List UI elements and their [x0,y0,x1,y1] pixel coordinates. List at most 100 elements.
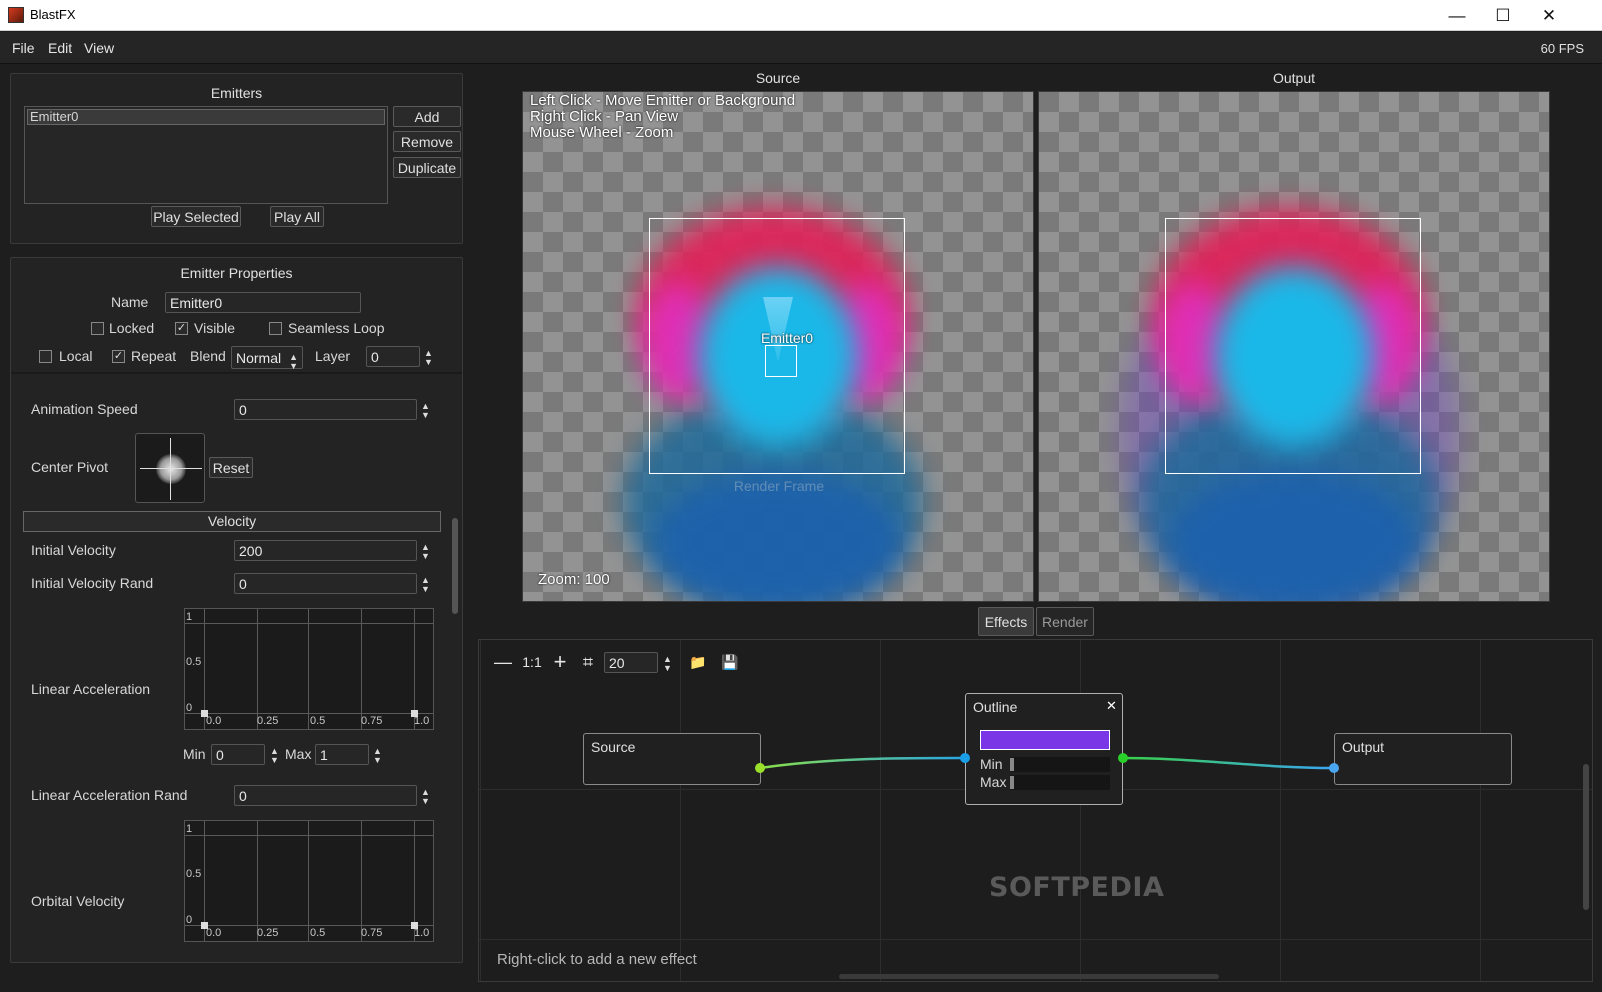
graph-vertical-scrollbar[interactable] [1583,764,1589,910]
node-connections [759,756,1335,770]
seamless-loop-label: Seamless Loop [288,320,385,336]
orbital-velocity-graph[interactable]: 1 0.5 0 0.0 0.25 0.5 0.75 1.0 [184,820,434,942]
layer-spinner-icon[interactable]: ▲ ▼ [424,349,433,367]
graph-x-tick: 0.25 [257,715,279,727]
graph-handle[interactable] [201,710,208,717]
graph-y-tick: 0 [186,914,193,926]
outline-max-slider[interactable] [1010,775,1110,790]
outline-min-label: Min [980,756,1003,772]
close-button[interactable]: ✕ [1526,0,1572,31]
center-pivot-label: Center Pivot [31,459,109,475]
graph-handle[interactable] [201,922,208,929]
source-node[interactable]: Source [583,733,761,785]
min-input[interactable]: 0 [211,744,265,765]
menu-view[interactable]: View [84,40,114,56]
menu-edit[interactable]: Edit [48,40,72,56]
initial-velocity-rand-input[interactable]: 0 [234,573,417,594]
minimize-button[interactable]: — [1434,0,1480,31]
locked-checkbox[interactable] [91,322,104,335]
output-view-title: Output [1272,70,1316,86]
initial-velocity-rand-spinner-icon[interactable]: ▲ ▼ [421,576,430,594]
animation-speed-input[interactable]: 0 [234,399,417,420]
title-bar: BlastFX — ☐ ✕ [0,0,1602,31]
graph-x-tick: 0.5 [310,715,326,727]
visible-checkbox[interactable]: ✓ [175,322,188,335]
seamless-loop-checkbox[interactable] [269,322,282,335]
play-all-button[interactable]: Play All [270,206,324,227]
graph-x-tick: 0.75 [361,715,383,727]
zoom-readout: Zoom: 100 [538,571,610,588]
outline-min-slider[interactable] [1010,757,1110,772]
outline-output-port[interactable] [1118,753,1128,763]
emitter-label: Emitter0 [760,330,814,346]
name-input[interactable]: Emitter0 [165,292,361,313]
emitter-handle[interactable] [765,345,797,377]
node-graph-editor[interactable]: — 1:1 + ⌗ 20 ▲ ▼ 📁 💾 Source Outline ✕ Min… [478,639,1593,982]
outline-input-port[interactable] [960,753,970,763]
linear-acceleration-rand-input[interactable]: 0 [234,785,417,806]
play-selected-button[interactable]: Play Selected [151,206,241,227]
emitter-list[interactable]: Emitter0 [24,106,388,204]
max-spinner-icon[interactable]: ▲ ▼ [373,747,382,765]
linear-acceleration-graph[interactable]: 1 0.5 0 0.0 0.25 0.5 0.75 1.0 [184,608,434,730]
duplicate-button[interactable]: Duplicate [393,157,461,178]
layer-input[interactable]: 0 [366,346,420,367]
add-button[interactable]: Add [393,106,461,127]
pivot-crosshair-h [140,468,202,469]
source-viewport[interactable]: Render Frame Emitter0 Left Click - Move … [522,91,1034,602]
outline-max-label: Max [980,774,1007,790]
graph-x-tick: 0.5 [310,927,326,939]
outline-color-swatch[interactable] [980,730,1110,750]
tab-effects[interactable]: Effects [978,607,1034,636]
graph-y-tick: 1 [186,823,193,835]
remove-button[interactable]: Remove [393,131,461,152]
graph-x-tick: 0.0 [206,715,222,727]
layer-label: Layer [315,348,351,364]
graph-y-tick: 0.5 [186,868,202,880]
linear-acceleration-rand-spinner-icon[interactable]: ▲ ▼ [421,788,430,806]
animation-speed-spinner-icon[interactable]: ▲ ▼ [421,402,430,420]
output-node-title: Output [1342,739,1385,755]
hint-line: Mouse Wheel - Zoom [530,124,674,141]
min-spinner-icon[interactable]: ▲ ▼ [270,747,279,765]
initial-velocity-input[interactable]: 200 [234,540,417,561]
local-checkbox[interactable] [39,350,52,363]
blend-label: Blend [190,348,226,364]
app-icon [8,7,24,23]
properties-scrollbar[interactable] [452,518,458,614]
slider-handle[interactable] [1010,776,1014,789]
add-effect-hint: Right-click to add a new effect [497,951,697,968]
viewport-hints: Left Click - Move Emitter or Background … [530,93,795,141]
output-node[interactable]: Output [1334,733,1512,785]
emitter-list-item[interactable]: Emitter0 [27,109,385,125]
linear-acceleration-label: Linear Acceleration [31,681,151,697]
max-input[interactable]: 1 [315,744,369,765]
graph-handle[interactable] [411,922,418,929]
output-input-port[interactable] [1329,763,1339,773]
particle-preview [156,454,186,484]
pivot-reset-button[interactable]: Reset [209,457,253,478]
outline-node[interactable]: Outline ✕ Min Max [965,693,1123,805]
initial-velocity-label: Initial Velocity [31,542,116,558]
graph-y-tick: 1 [186,611,193,623]
graph-y-tick: 0 [186,702,193,714]
node-close-icon[interactable]: ✕ [1106,698,1117,714]
menu-file[interactable]: File [12,40,35,56]
center-pivot-widget[interactable] [135,433,205,503]
maximize-button[interactable]: ☐ [1480,0,1526,31]
blend-select[interactable]: Normal ▲ ▼ [231,346,303,371]
graph-x-tick: 0.75 [361,927,383,939]
pivot-crosshair-v [170,438,171,500]
tab-render[interactable]: Render [1036,607,1094,636]
emitter-properties-panel: Emitter Properties Name Emitter0 Locked … [10,257,463,963]
initial-velocity-spinner-icon[interactable]: ▲ ▼ [421,543,430,561]
source-output-port[interactable] [755,763,765,773]
initial-velocity-rand-label: Initial Velocity Rand [31,575,154,591]
velocity-section-header[interactable]: Velocity [23,511,441,532]
graph-horizontal-scrollbar[interactable] [839,974,1219,979]
output-viewport[interactable] [1038,91,1550,602]
graph-handle[interactable] [411,710,418,717]
slider-handle[interactable] [1010,758,1014,771]
repeat-checkbox[interactable]: ✓ [112,350,125,363]
menu-bar: File Edit View 60 FPS [0,32,1602,64]
